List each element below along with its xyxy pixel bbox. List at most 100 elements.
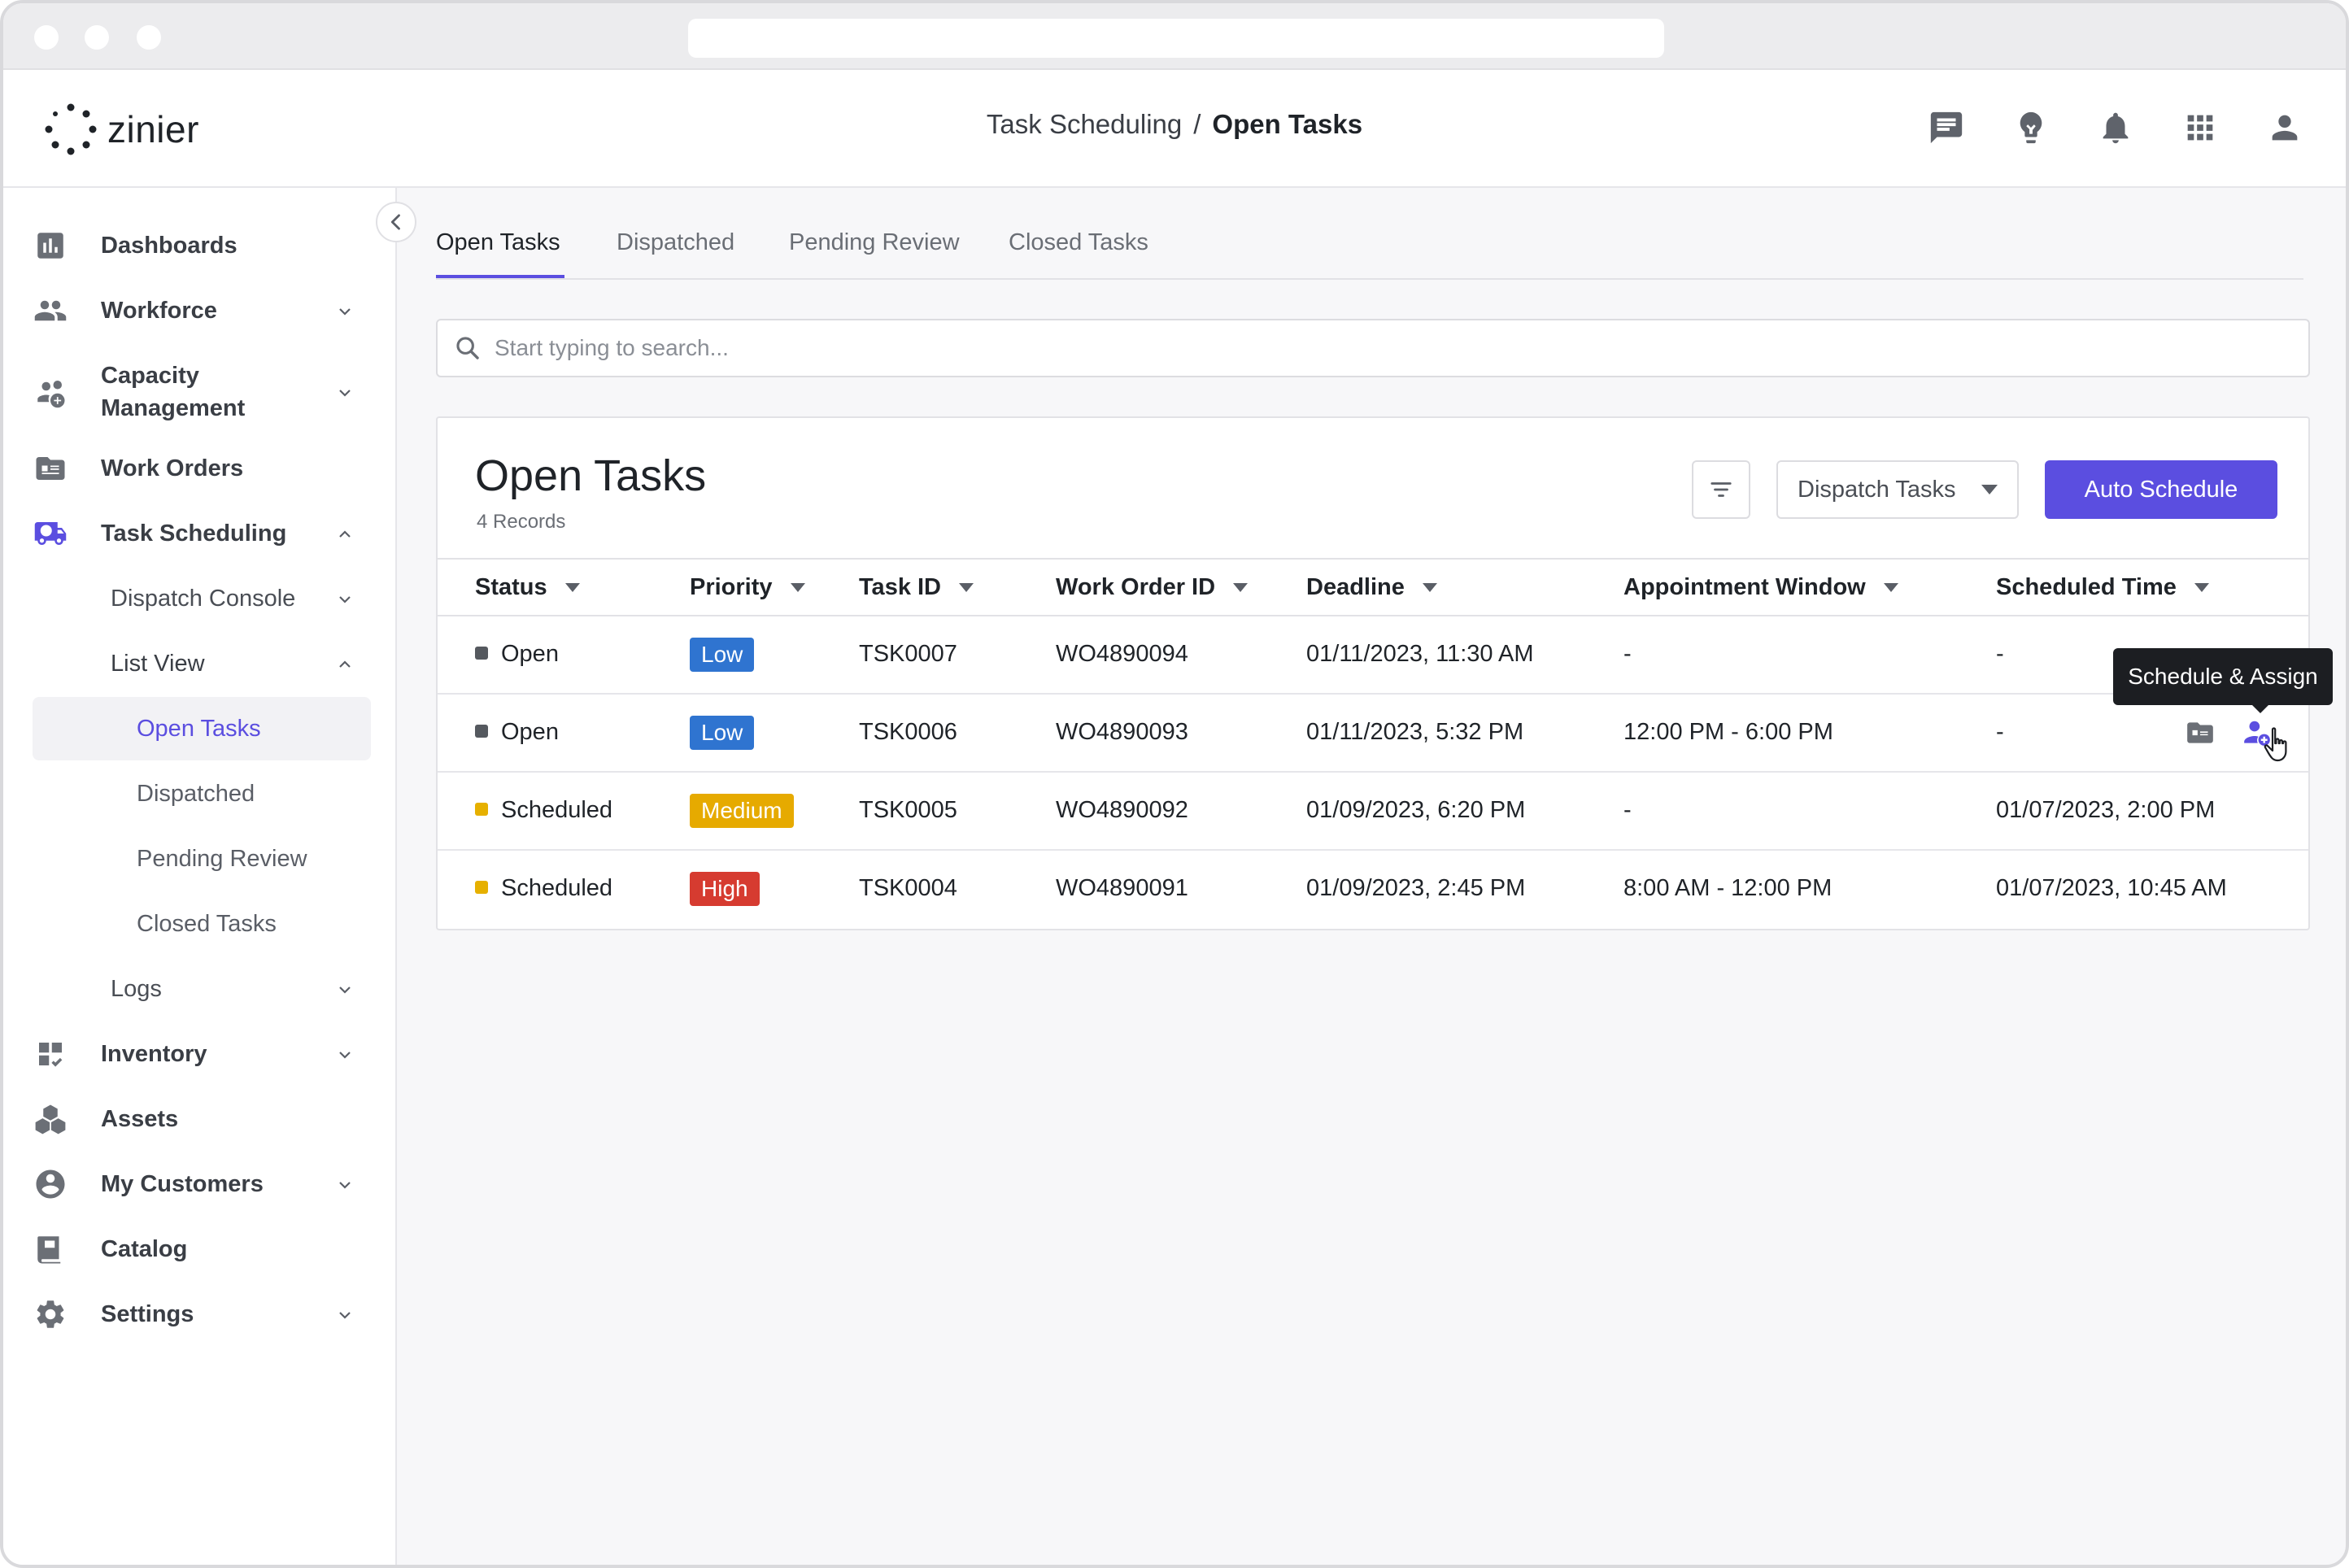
sidebar-item-inventory[interactable]: Inventory [33, 1036, 371, 1072]
column-header-status[interactable]: Status [475, 574, 580, 601]
sidebar-item-closed-tasks[interactable]: Closed Tasks [33, 892, 371, 956]
column-header-appointment-window[interactable]: Appointment Window [1623, 574, 1898, 601]
sort-caret-icon [790, 583, 805, 592]
sidebar-item-capacity-management[interactable]: Capacity Management [33, 358, 371, 426]
priority-badge: Medium [690, 794, 794, 828]
search-bar[interactable] [436, 319, 2310, 377]
sidebar-item-dispatch-console[interactable]: Dispatch Console [111, 581, 371, 616]
truck-clock-icon [33, 516, 68, 551]
column-label: Appointment Window [1623, 574, 1866, 600]
people-icon [33, 293, 68, 329]
status-text: Scheduled [501, 875, 613, 901]
table-row[interactable]: Open Low TSK0007 WO4890094 01/11/2023, 1… [438, 616, 2308, 695]
bell-icon[interactable] [2097, 109, 2134, 146]
sidebar-item-dispatched[interactable]: Dispatched [33, 762, 371, 825]
table-header: Status Priority Task ID Work Order ID De… [438, 558, 2308, 616]
appointment-window-cell: - [1623, 797, 1632, 823]
sidebar-item-catalog[interactable]: Catalog [33, 1231, 371, 1267]
work-order-id-cell: WO4890092 [1056, 797, 1188, 823]
table-row[interactable]: Scheduled Medium TSK0005 WO4890092 01/09… [438, 773, 2308, 851]
sidebar-item-label: My Customers [101, 1170, 264, 1197]
task-id-cell: TSK0007 [859, 641, 957, 667]
status-text: Open [501, 719, 559, 745]
auto-schedule-button[interactable]: Auto Schedule [2045, 460, 2277, 519]
breadcrumb-separator: / [1193, 109, 1201, 139]
chevron-down-icon [335, 589, 355, 608]
column-label: Status [475, 574, 547, 600]
column-label: Work Order ID [1056, 574, 1216, 600]
tab-bar: Open Tasks Dispatched Pending Review Clo… [436, 221, 2303, 280]
sidebar-item-settings[interactable]: Settings [33, 1296, 371, 1332]
window-close-dot[interactable] [34, 25, 59, 50]
capacity-label-line2: Management [101, 395, 246, 421]
sidebar-item-open-tasks[interactable]: Open Tasks [33, 697, 371, 760]
sort-caret-icon [564, 583, 580, 592]
task-id-cell: TSK0004 [859, 875, 957, 901]
status-dot [475, 881, 488, 895]
address-bar[interactable] [688, 19, 1664, 58]
status-dot [475, 803, 488, 817]
status-text: Open [501, 641, 559, 667]
sidebar-item-task-scheduling[interactable]: Task Scheduling [33, 516, 371, 551]
sort-caret-icon [1233, 583, 1249, 592]
sidebar-item-list-view[interactable]: List View [111, 646, 371, 682]
sidebar-item-label: Settings [101, 1300, 194, 1327]
scheduled-time-cell: 01/07/2023, 10:45 AM [1996, 875, 2227, 901]
lightbulb-icon[interactable] [2012, 109, 2050, 146]
sort-caret-icon [2194, 583, 2209, 592]
column-header-work-order-id[interactable]: Work Order ID [1056, 574, 1249, 601]
tab-closed-tasks[interactable]: Closed Tasks [1009, 229, 1148, 256]
row-actions [2185, 717, 2273, 748]
status-dot [475, 647, 488, 660]
table-row[interactable]: Scheduled High TSK0004 WO4890091 01/09/2… [438, 851, 2308, 929]
window-maximize-dot[interactable] [137, 25, 161, 50]
sidebar-item-label: Assets [101, 1105, 179, 1132]
column-header-deadline[interactable]: Deadline [1306, 574, 1437, 601]
record-count: 4 Records [477, 511, 566, 533]
dispatch-tasks-select[interactable]: Dispatch Tasks [1776, 460, 2019, 519]
sidebar-item-work-orders[interactable]: Work Orders [33, 451, 371, 486]
scheduled-time-cell: - [1996, 719, 2004, 745]
chevron-up-icon [335, 654, 355, 673]
search-input[interactable] [495, 335, 2284, 361]
sidebar-sub-label: Logs [111, 975, 162, 1002]
sidebar-item-assets[interactable]: Assets [33, 1101, 371, 1137]
sidebar-item-label: Workforce [101, 297, 217, 324]
sidebar-item-dashboards[interactable]: Dashboards [33, 228, 371, 264]
task-id-cell: TSK0006 [859, 719, 957, 745]
breadcrumb-parent[interactable]: Task Scheduling [987, 109, 1182, 139]
column-label: Priority [690, 574, 773, 600]
chat-icon[interactable] [1928, 109, 1965, 146]
apps-grid-icon[interactable] [2181, 109, 2219, 146]
search-icon [456, 337, 479, 359]
deadline-cell: 01/11/2023, 11:30 AM [1306, 641, 1534, 667]
sidebar-sub-label: List View [111, 650, 205, 677]
filter-icon [1711, 482, 1732, 497]
priority-badge: High [690, 872, 760, 906]
column-header-scheduled-time[interactable]: Scheduled Time [1996, 574, 2209, 601]
sidebar-collapse-button[interactable] [376, 202, 416, 242]
card-title: Open Tasks [475, 451, 707, 500]
sidebar-item-my-customers[interactable]: My Customers [33, 1166, 371, 1202]
filter-button[interactable] [1692, 460, 1750, 519]
tab-dispatched[interactable]: Dispatched [617, 229, 734, 256]
work-order-folder-icon[interactable] [2185, 717, 2216, 748]
status-cell: Scheduled [475, 797, 612, 824]
column-header-priority[interactable]: Priority [690, 574, 805, 601]
user-icon[interactable] [2266, 109, 2303, 146]
gear-icon [33, 1296, 68, 1332]
tab-pending-review[interactable]: Pending Review [789, 229, 960, 256]
tab-open-tasks[interactable]: Open Tasks [436, 229, 560, 256]
chevron-down-icon [335, 979, 355, 999]
column-label: Deadline [1306, 574, 1405, 600]
sidebar-item-workforce[interactable]: Workforce [33, 293, 371, 329]
cubes-icon [33, 1101, 68, 1137]
column-header-task-id[interactable]: Task ID [859, 574, 974, 601]
table-row[interactable]: Open Low TSK0006 WO4890093 01/11/2023, 5… [438, 695, 2308, 773]
work-order-id-cell: WO4890091 [1056, 875, 1188, 901]
chevron-left-icon [390, 214, 400, 230]
sidebar-item-logs[interactable]: Logs [111, 971, 371, 1007]
window-minimize-dot[interactable] [85, 25, 109, 50]
browser-chrome [3, 3, 2346, 70]
sidebar-item-pending-review[interactable]: Pending Review [33, 827, 371, 891]
